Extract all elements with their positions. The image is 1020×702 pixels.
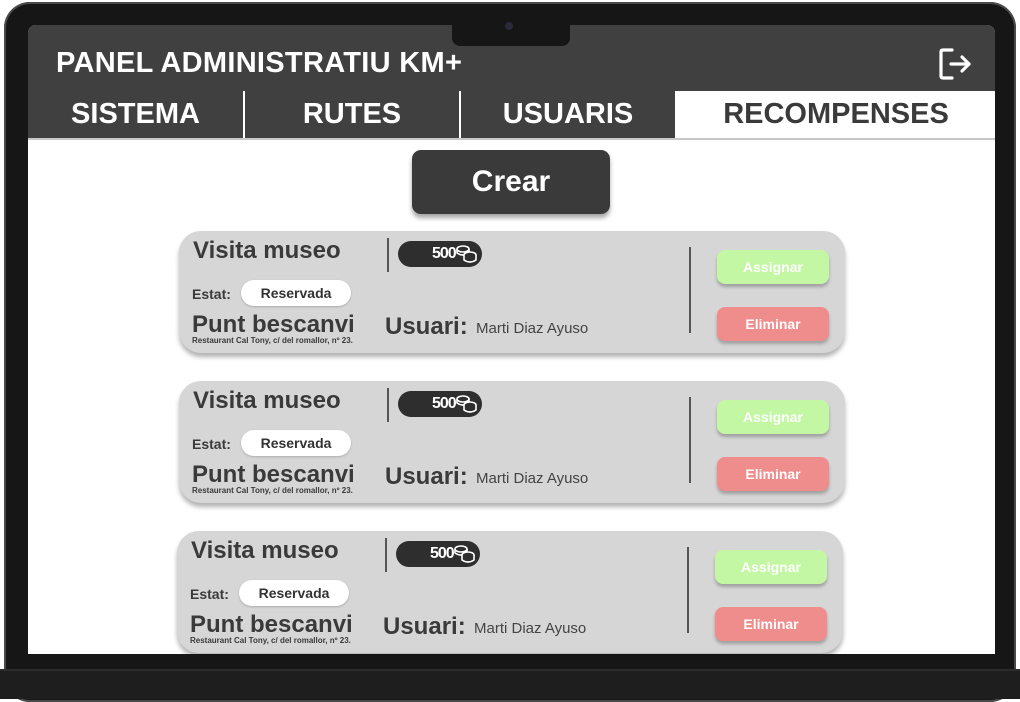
usuari-value: Marti Diaz Ayuso [476, 470, 589, 487]
reward-title: Visita museo [193, 237, 341, 264]
usuari-label: Usuari: [383, 613, 466, 640]
divider [689, 397, 691, 483]
estat-label: Estat: [192, 286, 231, 302]
punt-bescanvi-address: Restaurant Cal Tony, c/ del romallor, nº… [192, 336, 353, 345]
reward-card: Visita museo 500 Estat: Reservada Punt besca… [177, 531, 843, 653]
crear-button[interactable]: Crear [412, 150, 610, 214]
coin-value: 500 [432, 395, 457, 412]
estat-label: Estat: [192, 436, 231, 452]
assign-button[interactable]: Assignar [717, 250, 829, 284]
reward-title: Visita museo [191, 537, 339, 564]
usuari-label: Usuari: [385, 463, 468, 490]
status-badge: Reservada [241, 430, 351, 456]
coins-icon [455, 243, 479, 270]
tab-underline [28, 138, 995, 140]
tab-rutes[interactable]: RUTES [245, 91, 461, 138]
laptop-base [0, 669, 1020, 699]
status-badge: Reservada [241, 280, 351, 306]
punt-bescanvi-address: Restaurant Cal Tony, c/ del romallor, nº… [192, 486, 353, 495]
tab-recompenses[interactable]: RECOMPENSES [677, 91, 995, 138]
tab-bar: SISTEMA RUTES USUARIS RECOMPENSES [28, 91, 995, 138]
estat-label: Estat: [190, 586, 229, 602]
page-title: PANEL ADMINISTRATIU KM+ [56, 47, 463, 79]
reward-title: Visita museo [193, 387, 341, 414]
coin-badge: 500 [398, 241, 482, 267]
coin-badge: 500 [396, 541, 480, 567]
divider [385, 538, 387, 572]
coin-badge: 500 [398, 391, 482, 417]
divider [687, 547, 689, 633]
coins-icon [453, 543, 477, 570]
delete-button[interactable]: Eliminar [715, 607, 827, 641]
punt-bescanvi-label: Punt bescanvi [192, 461, 355, 488]
tab-sistema[interactable]: SISTEMA [28, 91, 245, 138]
logout-icon[interactable] [938, 47, 974, 81]
coin-value: 500 [432, 245, 457, 262]
divider [689, 247, 691, 333]
camera-icon [505, 22, 513, 30]
usuari-value: Marti Diaz Ayuso [474, 620, 587, 637]
reward-card: Visita museo 500 Estat: Reservada Punt besca… [179, 231, 845, 353]
status-badge: Reservada [239, 580, 349, 606]
assign-button[interactable]: Assignar [715, 550, 827, 584]
divider [387, 388, 389, 422]
delete-button[interactable]: Eliminar [717, 457, 829, 491]
divider [387, 238, 389, 272]
tab-usuaris[interactable]: USUARIS [461, 91, 677, 138]
delete-button[interactable]: Eliminar [717, 307, 829, 341]
screen: PANEL ADMINISTRATIU KM+ SISTEMA RUTES US… [28, 25, 995, 654]
punt-bescanvi-label: Punt bescanvi [190, 611, 353, 638]
assign-button[interactable]: Assignar [717, 400, 829, 434]
reward-card: Visita museo 500 Estat: Reservada Punt besca… [179, 381, 845, 503]
coins-icon [455, 393, 479, 420]
camera-notch [452, 14, 570, 46]
coin-value: 500 [430, 545, 455, 562]
punt-bescanvi-address: Restaurant Cal Tony, c/ del romallor, nº… [190, 636, 351, 645]
punt-bescanvi-label: Punt bescanvi [192, 311, 355, 338]
usuari-label: Usuari: [385, 313, 468, 340]
usuari-value: Marti Diaz Ayuso [476, 320, 589, 337]
